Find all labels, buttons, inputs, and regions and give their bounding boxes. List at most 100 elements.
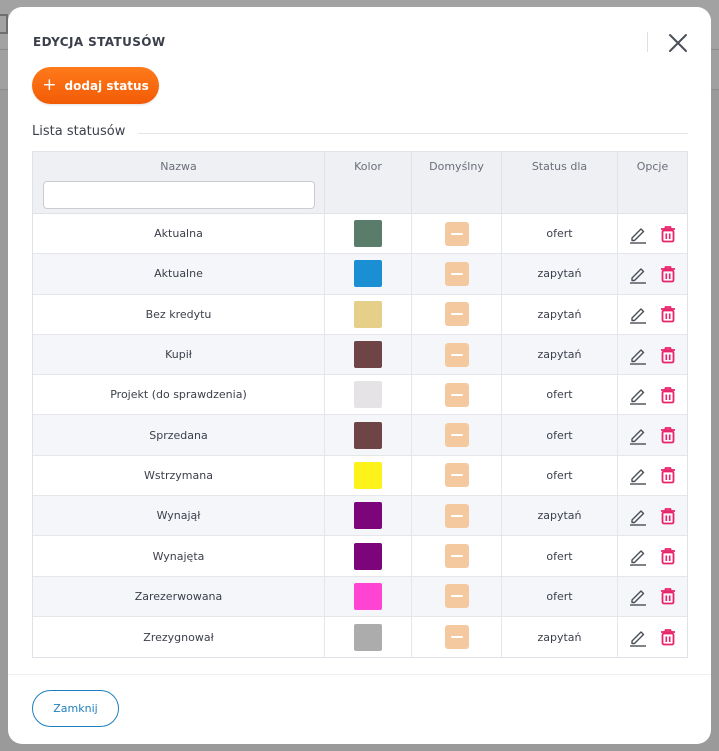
- set-default-button[interactable]: [444, 503, 469, 528]
- trash-icon[interactable]: [657, 464, 679, 486]
- header-default: Domyślny: [412, 152, 502, 213]
- table-row: Bez kredytu zapytań: [33, 294, 687, 335]
- set-default-button[interactable]: [444, 382, 469, 407]
- color-swatch[interactable]: [354, 461, 382, 489]
- status-color-cell: [325, 576, 412, 616]
- table-row: Zrezygnował zapytań: [33, 616, 687, 658]
- set-default-button[interactable]: [444, 544, 469, 569]
- name-filter-input[interactable]: [42, 181, 315, 209]
- close-button[interactable]: Zamknij: [32, 690, 119, 727]
- set-default-button[interactable]: [444, 261, 469, 286]
- trash-icon[interactable]: [657, 223, 679, 245]
- trash-icon[interactable]: [657, 303, 679, 325]
- set-default-button[interactable]: [444, 342, 469, 367]
- table-row: Sprzedana ofert: [33, 415, 687, 456]
- options-cell: [618, 496, 687, 535]
- color-swatch[interactable]: [354, 260, 382, 288]
- color-swatch[interactable]: [354, 300, 382, 328]
- options-cell: [618, 456, 687, 495]
- header-color: Kolor: [325, 152, 412, 213]
- table-row: Wynajął zapytań: [33, 496, 687, 537]
- trash-icon[interactable]: [657, 263, 679, 285]
- header-status-for: Status dla: [502, 152, 618, 213]
- status-color-cell: [325, 294, 412, 334]
- status-for: ofert: [502, 375, 618, 415]
- header-options: Opcje: [636, 160, 669, 173]
- minus-icon: [450, 514, 463, 517]
- minus-icon: [450, 232, 463, 235]
- status-list-title: Lista statusów: [32, 124, 126, 139]
- color-swatch[interactable]: [354, 502, 382, 530]
- color-swatch[interactable]: [354, 582, 382, 610]
- pencil-icon[interactable]: [627, 464, 649, 486]
- set-default-button[interactable]: [444, 463, 469, 488]
- trash-icon[interactable]: [657, 384, 679, 406]
- status-name: Aktualna: [33, 214, 325, 254]
- table-row: Aktualne zapytań: [33, 254, 687, 295]
- set-default-button[interactable]: [444, 221, 469, 246]
- status-color-cell: [325, 214, 412, 254]
- add-status-button[interactable]: + dodaj status: [32, 67, 159, 104]
- title-separator: [647, 32, 648, 52]
- table-row: Wstrzymana ofert: [33, 455, 687, 497]
- pencil-icon[interactable]: [627, 303, 649, 325]
- options-cell: [618, 617, 687, 657]
- set-default-button[interactable]: [444, 302, 469, 327]
- color-swatch[interactable]: [354, 341, 382, 369]
- options-cell: [618, 295, 687, 334]
- status-for: ofert: [502, 455, 618, 496]
- minus-icon: [450, 272, 463, 275]
- section-divider: [138, 133, 688, 134]
- pencil-icon[interactable]: [627, 424, 649, 446]
- status-for: zapytań: [502, 496, 618, 536]
- status-for: zapytań: [502, 334, 618, 375]
- table-row: Aktualna ofert: [33, 214, 687, 255]
- set-default-button[interactable]: [444, 423, 469, 448]
- default-cell: [412, 214, 502, 254]
- header-name: Nazwa: [160, 160, 197, 173]
- table-row: Wynajęta ofert: [33, 536, 687, 577]
- add-status-label: dodaj status: [64, 78, 149, 93]
- default-cell: [412, 375, 502, 415]
- default-cell: [412, 254, 502, 294]
- edit-statuses-modal: EDYCJA STATUSÓW + dodaj status Lista sta…: [8, 7, 711, 744]
- options-cell: [618, 536, 687, 575]
- trash-icon[interactable]: [657, 424, 679, 446]
- trash-icon[interactable]: [657, 344, 679, 366]
- minus-icon: [450, 595, 463, 598]
- trash-icon[interactable]: [657, 545, 679, 567]
- close-icon[interactable]: [666, 31, 690, 55]
- pencil-icon[interactable]: [627, 344, 649, 366]
- pencil-icon[interactable]: [627, 263, 649, 285]
- default-cell: [412, 576, 502, 616]
- status-color-cell: [325, 496, 412, 536]
- minus-icon: [450, 555, 463, 558]
- color-swatch[interactable]: [354, 381, 382, 409]
- default-cell: [412, 334, 502, 375]
- set-default-button[interactable]: [444, 584, 469, 609]
- pencil-icon[interactable]: [627, 384, 649, 406]
- pencil-icon[interactable]: [627, 223, 649, 245]
- pencil-icon[interactable]: [627, 545, 649, 567]
- pencil-icon[interactable]: [627, 626, 649, 648]
- default-cell: [412, 536, 502, 576]
- status-name: Zarezerwowana: [33, 576, 325, 616]
- default-cell: [412, 496, 502, 536]
- status-for: zapytań: [502, 254, 618, 294]
- status-for: ofert: [502, 415, 618, 455]
- trash-icon[interactable]: [657, 626, 679, 648]
- status-name: Sprzedana: [33, 415, 325, 455]
- set-default-button[interactable]: [444, 625, 469, 650]
- pencil-icon[interactable]: [627, 585, 649, 607]
- trash-icon[interactable]: [657, 585, 679, 607]
- color-swatch[interactable]: [354, 623, 382, 651]
- pencil-icon[interactable]: [627, 505, 649, 527]
- trash-icon[interactable]: [657, 505, 679, 527]
- color-swatch[interactable]: [354, 421, 382, 449]
- table-row: Zarezerwowana ofert: [33, 576, 687, 617]
- status-name: Wynajęta: [33, 536, 325, 576]
- status-color-cell: [325, 254, 412, 294]
- color-swatch[interactable]: [354, 542, 382, 570]
- status-color-cell: [325, 455, 412, 496]
- color-swatch[interactable]: [354, 220, 382, 248]
